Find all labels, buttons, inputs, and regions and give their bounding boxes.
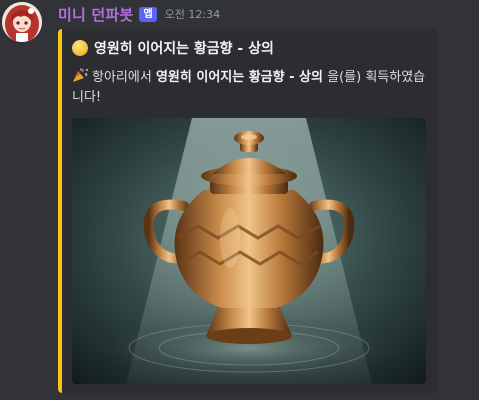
message-header: 미니 던파봇 앱 오전 12:34 bbox=[58, 4, 220, 24]
embed-image-golden-urn[interactable] bbox=[72, 118, 426, 384]
bot-username[interactable]: 미니 던파봇 bbox=[58, 4, 133, 25]
app-badge: 앱 bbox=[139, 6, 157, 22]
embed-title-text: 영원히 이어지는 황금향 - 상의 bbox=[94, 41, 274, 57]
embed-description: 항아리에서 영원히 이어지는 황금향 - 상의 을(를) 획득하였습니다! bbox=[72, 68, 430, 108]
message-timestamp[interactable]: 오전 12:34 bbox=[165, 6, 220, 22]
bot-avatar[interactable] bbox=[2, 2, 42, 42]
embed-card: 영원히 이어지는 황금향 - 상의 항아리에서 영원히 이어지는 황금향 - 상… bbox=[58, 29, 438, 393]
yellow-circle-icon bbox=[72, 40, 88, 56]
description-item-name: 영원히 이어지는 황금향 - 상의 bbox=[155, 70, 323, 85]
bot-message: 미니 던파봇 앱 오전 12:34 영원히 이어지는 황금향 - 상의 항아리에… bbox=[0, 0, 479, 400]
golden-urn-image bbox=[72, 118, 426, 384]
description-prefix: 항아리에서 bbox=[92, 70, 152, 85]
embed-title: 영원히 이어지는 황금향 - 상의 bbox=[72, 38, 274, 58]
anime-girl-avatar-icon bbox=[2, 2, 42, 42]
party-popper-icon bbox=[73, 68, 88, 82]
